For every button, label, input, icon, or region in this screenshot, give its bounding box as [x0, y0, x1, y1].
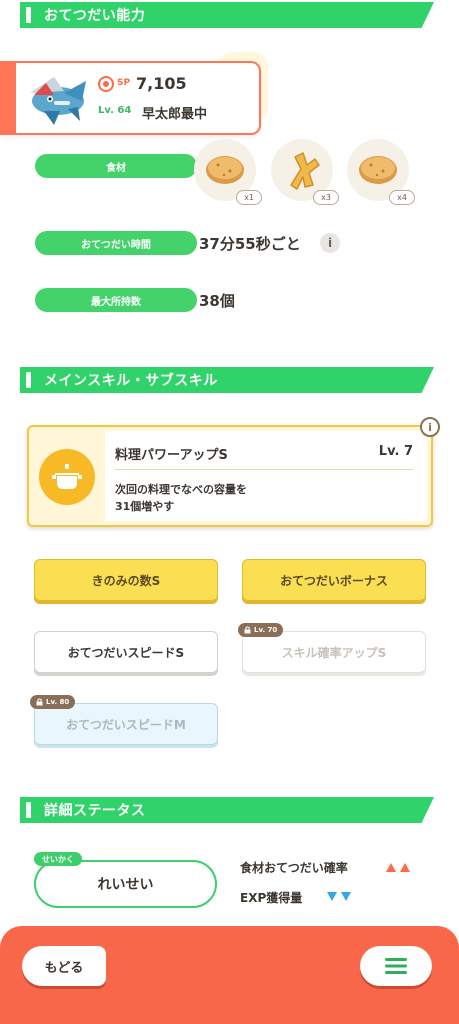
stat-up-arrows-icon — [386, 863, 410, 872]
hamburger-menu-icon — [385, 958, 407, 974]
down-stat-label: EXP獲得量 — [240, 891, 303, 905]
ingredient-slot-3[interactable]: x4 — [347, 139, 415, 205]
ingredient-count-badge: x4 — [389, 190, 415, 205]
card-accent-stripe — [0, 61, 16, 135]
lock-icon — [244, 626, 251, 634]
subskill-button-5-locked[interactable]: おてつだいスピードM — [34, 703, 218, 745]
ginger-icon — [290, 152, 320, 190]
section-title: 詳細ステータス — [44, 803, 146, 819]
ingredients-label-pill: 食材 — [35, 154, 197, 178]
ingredient-count-badge: x1 — [236, 190, 262, 205]
main-skill-level: Lv. 7 — [378, 444, 413, 459]
divider — [115, 469, 413, 470]
skill-info-icon[interactable]: i — [420, 417, 440, 437]
stat-down-arrows-icon — [327, 892, 351, 901]
ingredients-label: 食材 — [106, 162, 126, 174]
nature-tag: せいかく — [34, 852, 82, 866]
help-time-label-pill: おてつだい時間 — [35, 231, 197, 255]
nature-tag-label: せいかく — [42, 854, 74, 864]
main-skill-description-line1: 次回の料理でなべの容量を — [115, 483, 247, 496]
sp-value: 7,105 — [136, 74, 187, 93]
main-skill-description-line2: 31個増やす — [115, 500, 175, 513]
section-banner-status: 詳細ステータス — [20, 797, 434, 823]
subskill-button-2[interactable]: おてつだいボーナス — [242, 559, 426, 601]
pokemon-nickname: 早太郎最中 — [142, 107, 208, 122]
lock-icon — [36, 698, 43, 706]
up-stat-label: 食材おてつだい確率 — [240, 861, 348, 875]
ingredient-count-badge: x3 — [313, 190, 339, 205]
section-title: おてつだい能力 — [44, 8, 146, 24]
unlock-level: Lv. 80 — [46, 698, 70, 706]
subskill-label: スキル確率アップS — [281, 645, 387, 660]
info-icon[interactable]: i — [320, 233, 340, 253]
nature-value: れいせい — [97, 877, 154, 893]
section-banner-ability: おてつだい能力 — [20, 2, 434, 28]
sp-label: SP — [117, 78, 131, 88]
main-skill-name: 料理パワーアップS — [115, 448, 228, 463]
pokemon-summary-card[interactable]: SP 7,105 Lv. 64 早太郎最中 — [0, 61, 261, 135]
nature-display[interactable]: れいせい — [34, 860, 217, 908]
main-skill-details: 料理パワーアップS Lv. 7 次回の料理でなべの容量を 31個増やす — [105, 431, 427, 521]
subskill-button-3[interactable]: おてつだいスピードS — [34, 631, 218, 673]
subskill-button-1[interactable]: きのみの数S — [34, 559, 218, 601]
lock-level-tag: Lv. 70 — [238, 623, 284, 637]
max-carry-label: 最大所持数 — [91, 296, 141, 308]
help-time-label: おてつだい時間 — [81, 239, 151, 251]
back-button[interactable]: もどる — [22, 946, 106, 986]
potato-icon — [206, 156, 244, 184]
lock-level-tag: Lv. 80 — [30, 695, 76, 709]
subskill-label: おてつだいスピードM — [66, 717, 186, 732]
main-skill-card[interactable]: 料理パワーアップS Lv. 7 次回の料理でなべの容量を 31個増やす — [27, 425, 433, 527]
pot-icon — [39, 449, 95, 505]
back-button-label: もどる — [44, 960, 84, 976]
max-carry-label-pill: 最大所持数 — [35, 288, 197, 312]
subskill-label: おてつだいボーナス — [280, 573, 388, 588]
help-time-value: 37分55秒ごと — [199, 235, 301, 253]
potato-icon — [359, 156, 397, 184]
subskill-button-4-locked[interactable]: スキル確率アップS — [242, 631, 426, 673]
unlock-level: Lv. 70 — [254, 626, 278, 634]
pokemon-level: Lv. 64 — [98, 105, 132, 116]
subskill-label: きのみの数S — [91, 573, 161, 588]
menu-button[interactable] — [360, 946, 432, 986]
section-title: メインスキル・サブスキル — [44, 373, 218, 389]
pokemon-sprite-icon — [30, 77, 86, 125]
max-carry-value: 38個 — [199, 292, 235, 310]
sleep-points-icon — [98, 76, 114, 92]
subskill-label: おてつだいスピードS — [67, 645, 185, 660]
ingredient-slot-1[interactable]: x1 — [194, 139, 262, 205]
section-banner-skills: メインスキル・サブスキル — [20, 367, 434, 393]
ingredient-slot-2[interactable]: x3 — [271, 139, 339, 205]
